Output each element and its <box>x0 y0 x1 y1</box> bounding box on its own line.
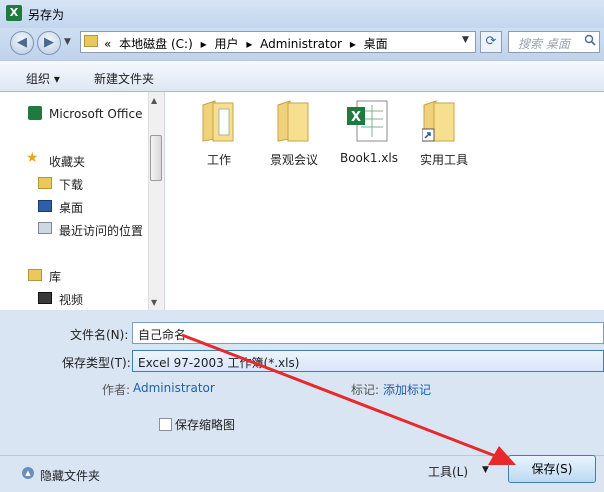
search-icon[interactable] <box>584 34 596 46</box>
breadcrumb-local-disk[interactable]: 本地磁盘 (C:) <box>119 37 193 51</box>
breadcrumb-users[interactable]: 用户 <box>214 37 238 51</box>
file-name: 实用工具 <box>419 153 468 167</box>
breadcrumb-desktop[interactable]: 桌面 <box>364 37 388 51</box>
file-name: 工作 <box>206 153 231 167</box>
recent-pages-dropdown-icon[interactable]: ▼ <box>64 37 71 47</box>
save-thumbnail-checkbox[interactable] <box>159 418 172 431</box>
nav-item-desktop[interactable]: 桌面 <box>59 199 83 216</box>
breadcrumb: « 本地磁盘 (C:) ▸ 用户 ▸ Administrator ▸ 桌面 <box>104 35 392 52</box>
recent-places-icon <box>38 222 52 234</box>
nav-item-downloads[interactable]: 下载 <box>59 176 83 193</box>
breadcrumb-separator[interactable]: ▸ <box>201 37 207 51</box>
filename-label: 文件名(N): <box>70 328 129 342</box>
search-placeholder: 搜索 桌面 <box>518 37 570 51</box>
scrollbar-thumb[interactable] <box>150 135 162 181</box>
chevron-down-icon[interactable]: ▼ <box>462 35 469 45</box>
file-item-utilities-shortcut[interactable]: 实用工具 <box>404 97 484 169</box>
window-title: 另存为 <box>28 8 65 22</box>
nav-item-recent-places[interactable]: 最近访问的位置 <box>59 222 143 239</box>
shortcut-folder-icon <box>422 100 455 142</box>
excel-icon <box>28 106 42 120</box>
breadcrumb-separator[interactable]: ▸ <box>246 37 252 51</box>
breadcrumb-administrator[interactable]: Administrator <box>260 37 342 51</box>
title-bar <box>0 0 604 28</box>
file-item-landscape-meeting[interactable]: 景观会议 <box>254 97 334 169</box>
file-name: Book1.xls <box>339 151 398 165</box>
nav-item-libraries[interactable]: 库 <box>49 268 61 285</box>
scroll-down-arrow-icon[interactable]: ▼ <box>151 298 157 307</box>
nav-scrollbar[interactable] <box>148 92 164 310</box>
forward-arrow-icon[interactable]: ▶ <box>37 31 61 55</box>
breadcrumb-overflow[interactable]: « <box>104 37 111 51</box>
chevron-up-icon[interactable]: ▲ <box>22 467 34 479</box>
tags-label: 标记: <box>351 383 380 397</box>
video-icon <box>38 292 52 304</box>
folder-icon <box>84 35 98 47</box>
filename-value[interactable]: 自己命名 <box>138 326 186 343</box>
new-folder-button[interactable]: 新建文件夹 <box>94 70 154 87</box>
breadcrumb-separator[interactable]: ▸ <box>350 37 356 51</box>
nav-item-microsoft-office[interactable]: Microsoft Office <box>49 107 142 121</box>
library-icon <box>28 269 42 281</box>
scroll-up-arrow-icon[interactable]: ▲ <box>151 96 157 105</box>
author-label: 作者: <box>102 383 131 397</box>
file-item-book1[interactable]: X Book1.xls <box>329 97 409 169</box>
save-thumbnail-label[interactable]: 保存缩略图 <box>175 416 235 433</box>
toolbar <box>0 60 604 92</box>
folder-icon <box>277 100 309 142</box>
save-button[interactable]: 保存(S) <box>508 455 596 483</box>
hide-folders-button[interactable]: 隐藏文件夹 <box>40 467 100 484</box>
back-arrow-icon[interactable]: ◀ <box>10 31 34 55</box>
folder-icon <box>202 100 234 142</box>
desktop-icon <box>38 200 52 212</box>
star-icon: ★ <box>26 150 39 166</box>
download-folder-icon <box>38 177 52 189</box>
svg-text:X: X <box>351 110 361 125</box>
file-name: 景观会议 <box>269 153 318 167</box>
nav-item-favorites[interactable]: 收藏夹 <box>49 153 85 170</box>
file-item-work[interactable]: 工作 <box>179 97 259 169</box>
organize-menu-button[interactable]: 组织 ▾ <box>26 70 60 87</box>
filetype-value[interactable]: Excel 97-2003 工作簿(*.xls) <box>138 354 299 371</box>
filetype-label: 保存类型(T): <box>62 356 131 370</box>
excel-file-icon: X <box>347 100 388 142</box>
nav-item-videos[interactable]: 视频 <box>59 291 83 308</box>
refresh-button[interactable]: ⟳ <box>480 31 502 53</box>
filename-field[interactable] <box>132 322 604 344</box>
tools-menu-button[interactable]: 工具(L) <box>428 463 468 480</box>
author-value[interactable]: Administrator <box>133 381 215 395</box>
excel-icon: X <box>6 5 22 21</box>
chevron-down-icon[interactable]: ▼ <box>482 465 489 475</box>
tags-value[interactable]: 添加标记 <box>383 381 431 398</box>
